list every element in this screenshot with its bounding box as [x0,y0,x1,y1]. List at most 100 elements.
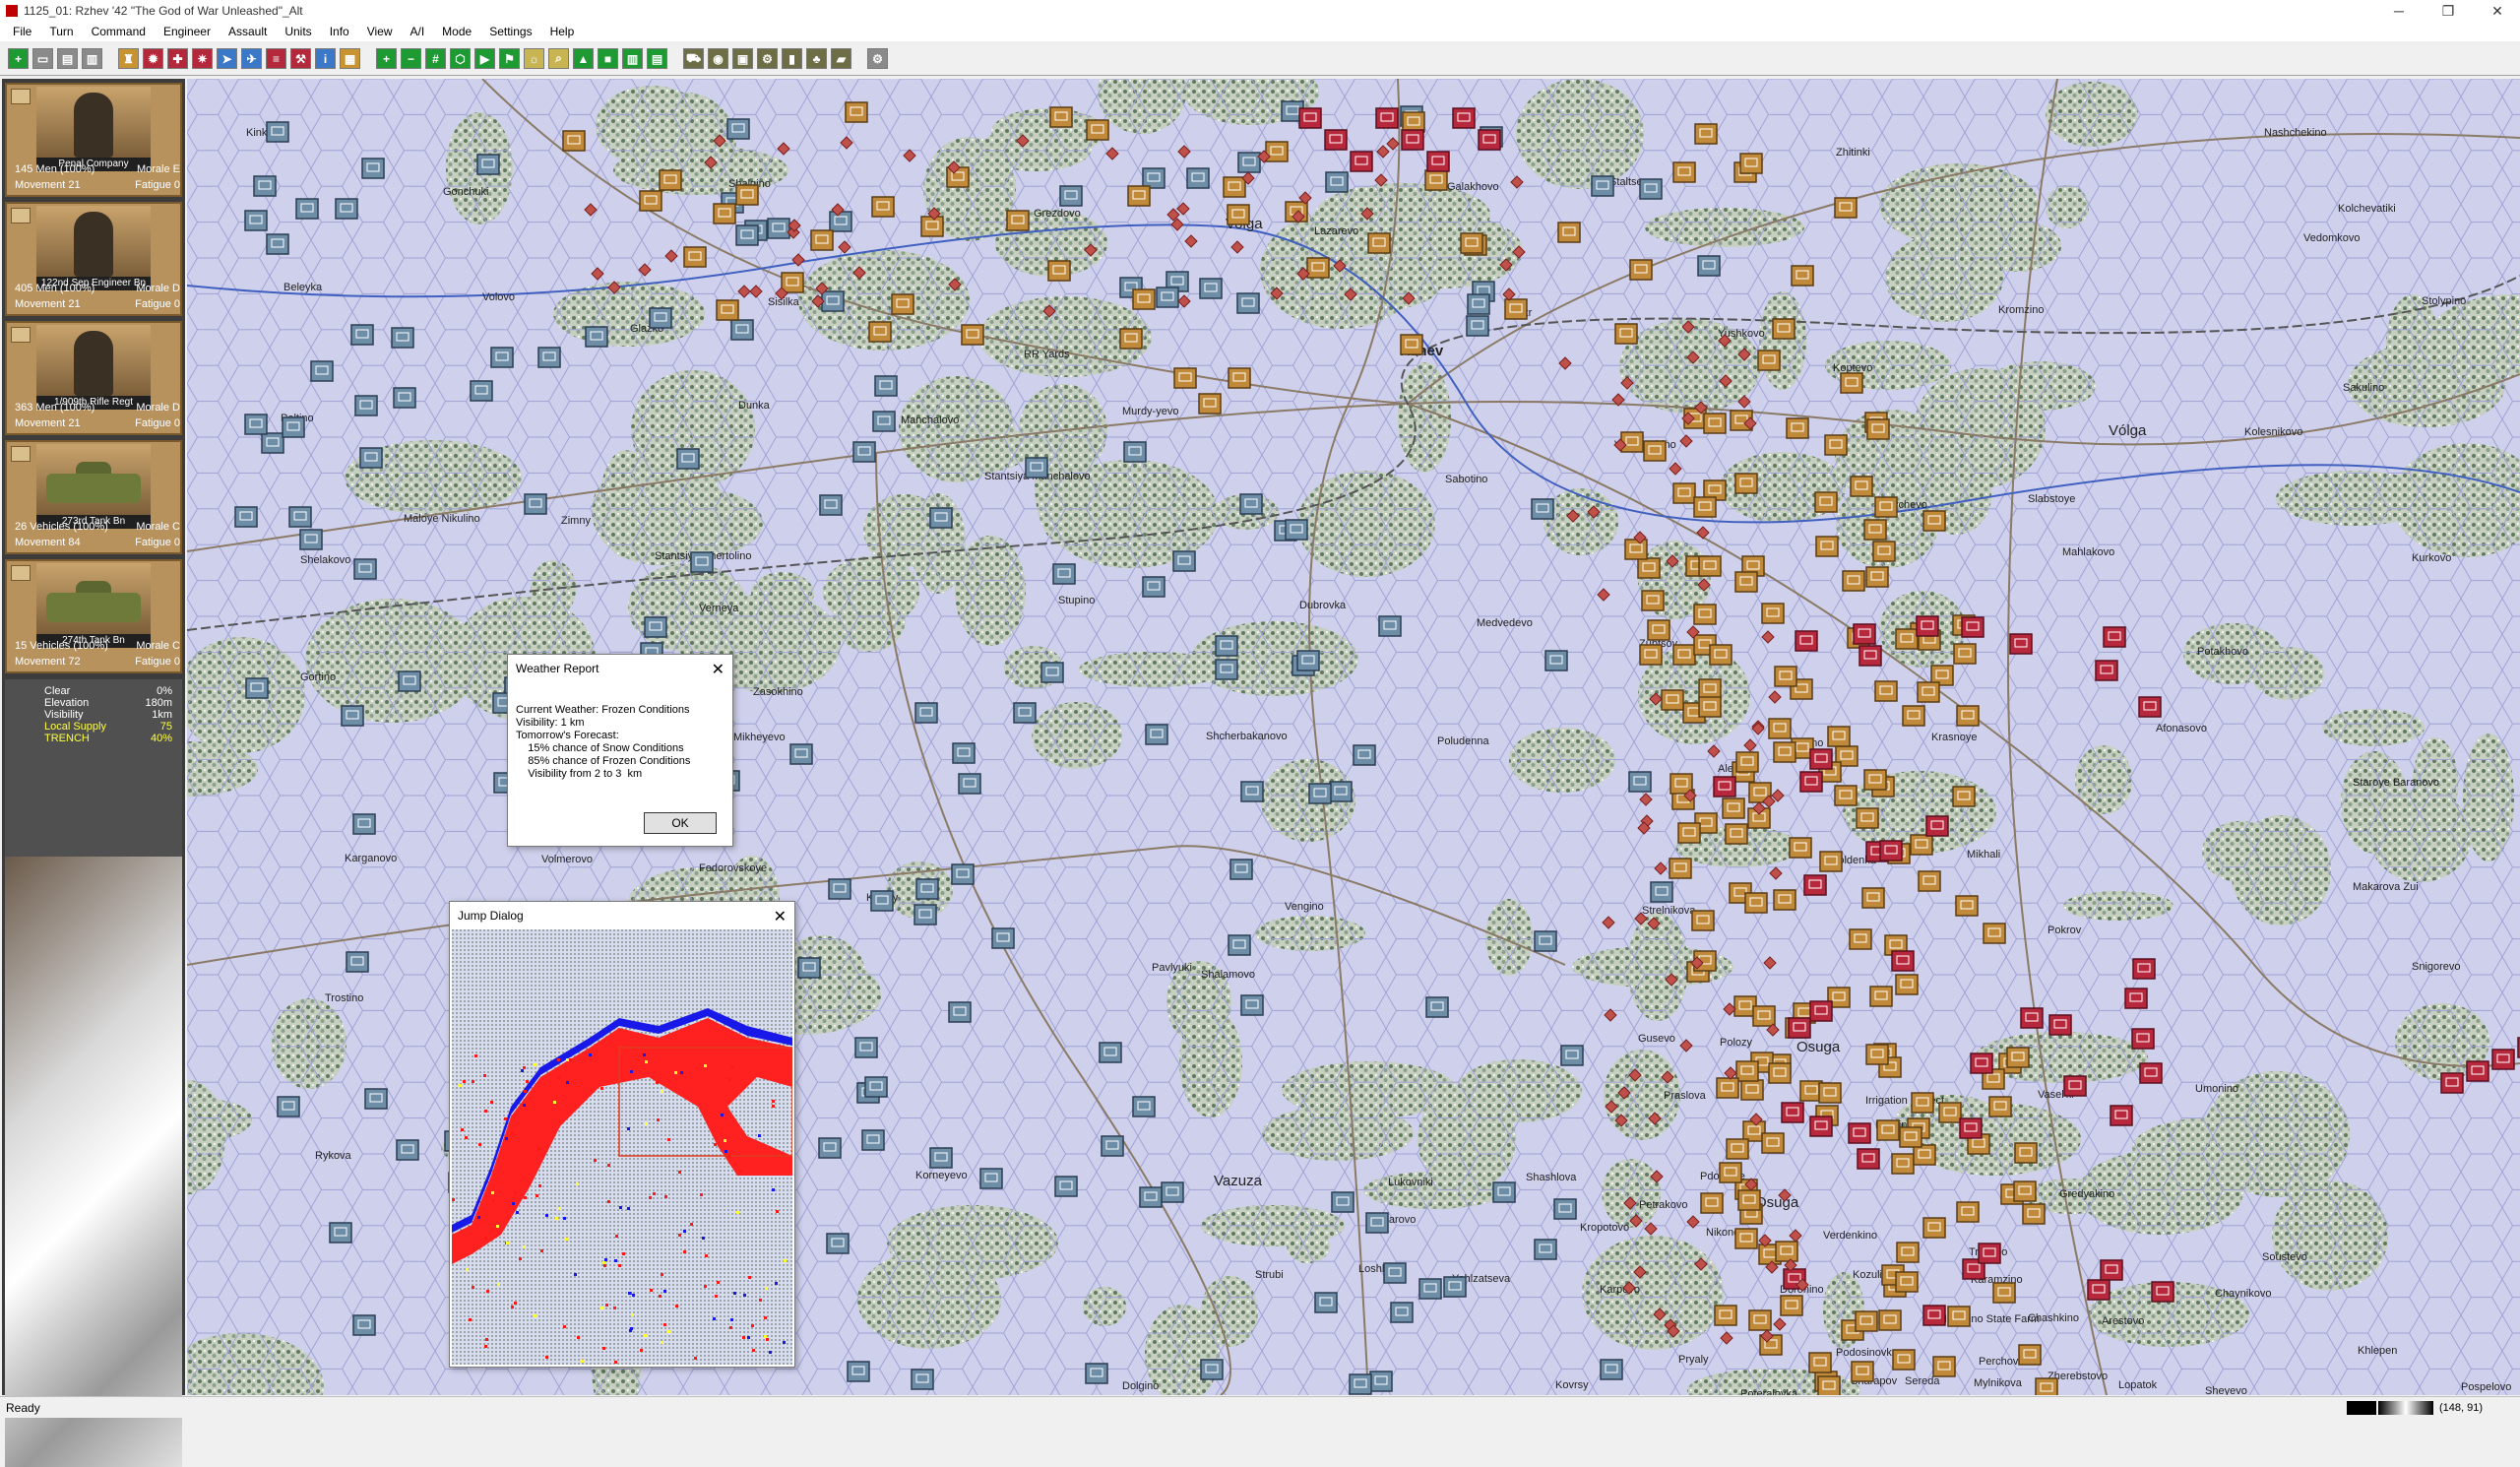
soviet-unit-counter[interactable] [1861,887,1885,909]
soviet-hq-counter[interactable] [1795,630,1818,652]
soviet-unit-counter[interactable] [1922,510,1946,532]
flag-icon[interactable]: ⚑ [499,48,520,69]
weather-close-icon[interactable]: ✕ [712,660,724,679]
soviet-unit-counter[interactable] [1865,1044,1889,1065]
soviet-hq-counter[interactable] [2100,1259,2123,1281]
german-unit-counter[interactable] [948,1001,972,1023]
german-unit-counter[interactable] [295,198,319,220]
soviet-hq-counter[interactable] [1324,129,1348,151]
graph-icon[interactable]: ▤ [647,48,667,69]
soviet-unit-counter[interactable] [1620,431,1644,453]
soviet-hq-counter[interactable] [1970,1052,1993,1074]
german-unit-counter[interactable] [244,210,268,231]
soviet-hq-counter[interactable] [1858,645,1882,667]
soviet-hq-counter[interactable] [1781,1102,1804,1123]
soviet-unit-counter[interactable] [1791,265,1814,287]
german-unit-counter[interactable] [1531,498,1554,520]
soviet-hq-counter[interactable] [1959,1117,1983,1139]
attack-icon[interactable]: ✹ [143,48,163,69]
german-unit-counter[interactable] [261,432,284,454]
german-unit-counter[interactable] [821,290,845,312]
menu-ai[interactable]: A/I [402,25,434,38]
german-unit-counter[interactable] [1142,576,1166,598]
soviet-unit-counter[interactable] [871,196,895,218]
soviet-unit-counter[interactable] [1780,1295,1803,1316]
soviet-unit-counter[interactable] [781,272,804,293]
german-unit-counter[interactable] [1052,563,1076,585]
german-unit-counter[interactable] [864,1076,888,1098]
menu-view[interactable]: View [358,25,402,38]
soviet-hq-counter[interactable] [1478,129,1501,151]
soviet-unit-counter[interactable] [1740,1079,1764,1101]
german-unit-counter[interactable] [1600,1359,1623,1380]
soviet-unit-counter[interactable] [1866,418,1890,440]
german-unit-counter[interactable] [335,198,358,220]
soviet-unit-counter[interactable] [1892,1349,1916,1371]
soviet-hq-counter[interactable] [1922,1305,1946,1326]
german-unit-counter[interactable] [352,813,376,835]
soviet-unit-counter[interactable] [1460,232,1483,254]
german-unit-counter[interactable] [979,1168,1003,1189]
fortification-icon[interactable]: ▰ [831,48,851,69]
soviet-unit-counter[interactable] [1874,496,1898,518]
german-unit-counter[interactable] [310,360,334,382]
soviet-unit-counter[interactable] [1752,1005,1776,1027]
soviet-hq-counter[interactable] [2440,1072,2464,1094]
close-button[interactable]: ✕ [2475,0,2520,22]
german-unit-counter[interactable] [396,1139,419,1161]
soviet-hq-counter[interactable] [1857,1148,1880,1170]
german-unit-counter[interactable] [277,1096,300,1117]
soviet-unit-counter[interactable] [1761,1132,1785,1154]
german-unit-counter[interactable] [1142,167,1166,189]
soviet-hq-counter[interactable] [2009,633,2033,655]
german-unit-counter[interactable] [914,702,938,724]
soviet-unit-counter[interactable] [1786,417,1809,439]
soviet-unit-counter[interactable] [1761,603,1785,624]
soviet-unit-counter[interactable] [1698,696,1722,718]
german-unit-counter[interactable] [1172,550,1196,572]
soviet-unit-counter[interactable] [1629,259,1653,281]
soviet-unit-counter[interactable] [1895,628,1919,650]
soviet-unit-counter[interactable] [1624,539,1648,560]
soviet-unit-counter[interactable] [810,229,834,251]
soviet-unit-counter[interactable] [868,321,892,343]
menu-assault[interactable]: Assault [220,25,276,38]
german-unit-counter[interactable] [690,551,714,573]
german-unit-counter[interactable] [929,1147,953,1169]
german-unit-counter[interactable] [346,951,369,973]
soviet-unit-counter[interactable] [1865,566,1889,588]
soviet-hq-counter[interactable] [2063,1075,2087,1097]
german-unit-counter[interactable] [244,414,268,435]
soviet-hq-counter[interactable] [2048,1014,2072,1036]
soviet-unit-counter[interactable] [1132,288,1156,310]
assault-icon[interactable]: ✚ [167,48,188,69]
soviet-unit-counter[interactable] [1947,1306,1971,1327]
menu-info[interactable]: Info [321,25,358,38]
soviet-unit-counter[interactable] [1808,1352,1832,1373]
soviet-unit-counter[interactable] [1856,807,1879,829]
german-unit-counter[interactable] [1650,881,1673,903]
german-unit-counter[interactable] [644,616,667,638]
german-unit-counter[interactable] [1215,635,1238,657]
german-unit-counter[interactable] [1314,1292,1338,1313]
soviet-hq-counter[interactable] [1879,840,1903,861]
soviet-unit-counter[interactable] [1693,496,1717,518]
german-unit-counter[interactable] [1156,287,1179,308]
menu-command[interactable]: Command [83,25,155,38]
soviet-hq-counter[interactable] [1452,107,1476,129]
soviet-unit-counter[interactable] [1834,785,1858,806]
soviet-unit-counter[interactable] [639,190,662,212]
soviet-unit-counter[interactable] [1840,372,1863,394]
german-unit-counter[interactable] [789,743,813,765]
soviet-unit-counter[interactable] [1827,726,1851,747]
german-unit-counter[interactable] [911,1369,934,1390]
german-unit-counter[interactable] [1534,930,1557,952]
soviet-unit-counter[interactable] [1424,169,1448,191]
soviet-unit-counter[interactable] [2014,1142,2038,1164]
soviet-unit-counter[interactable] [1748,1309,1772,1331]
hex-icon[interactable]: ⬡ [450,48,471,69]
soviet-unit-counter[interactable] [1773,889,1796,911]
soviet-hq-counter[interactable] [2110,1105,2133,1126]
menu-turn[interactable]: Turn [40,25,82,38]
vehicle-icon[interactable]: ■ [598,48,618,69]
